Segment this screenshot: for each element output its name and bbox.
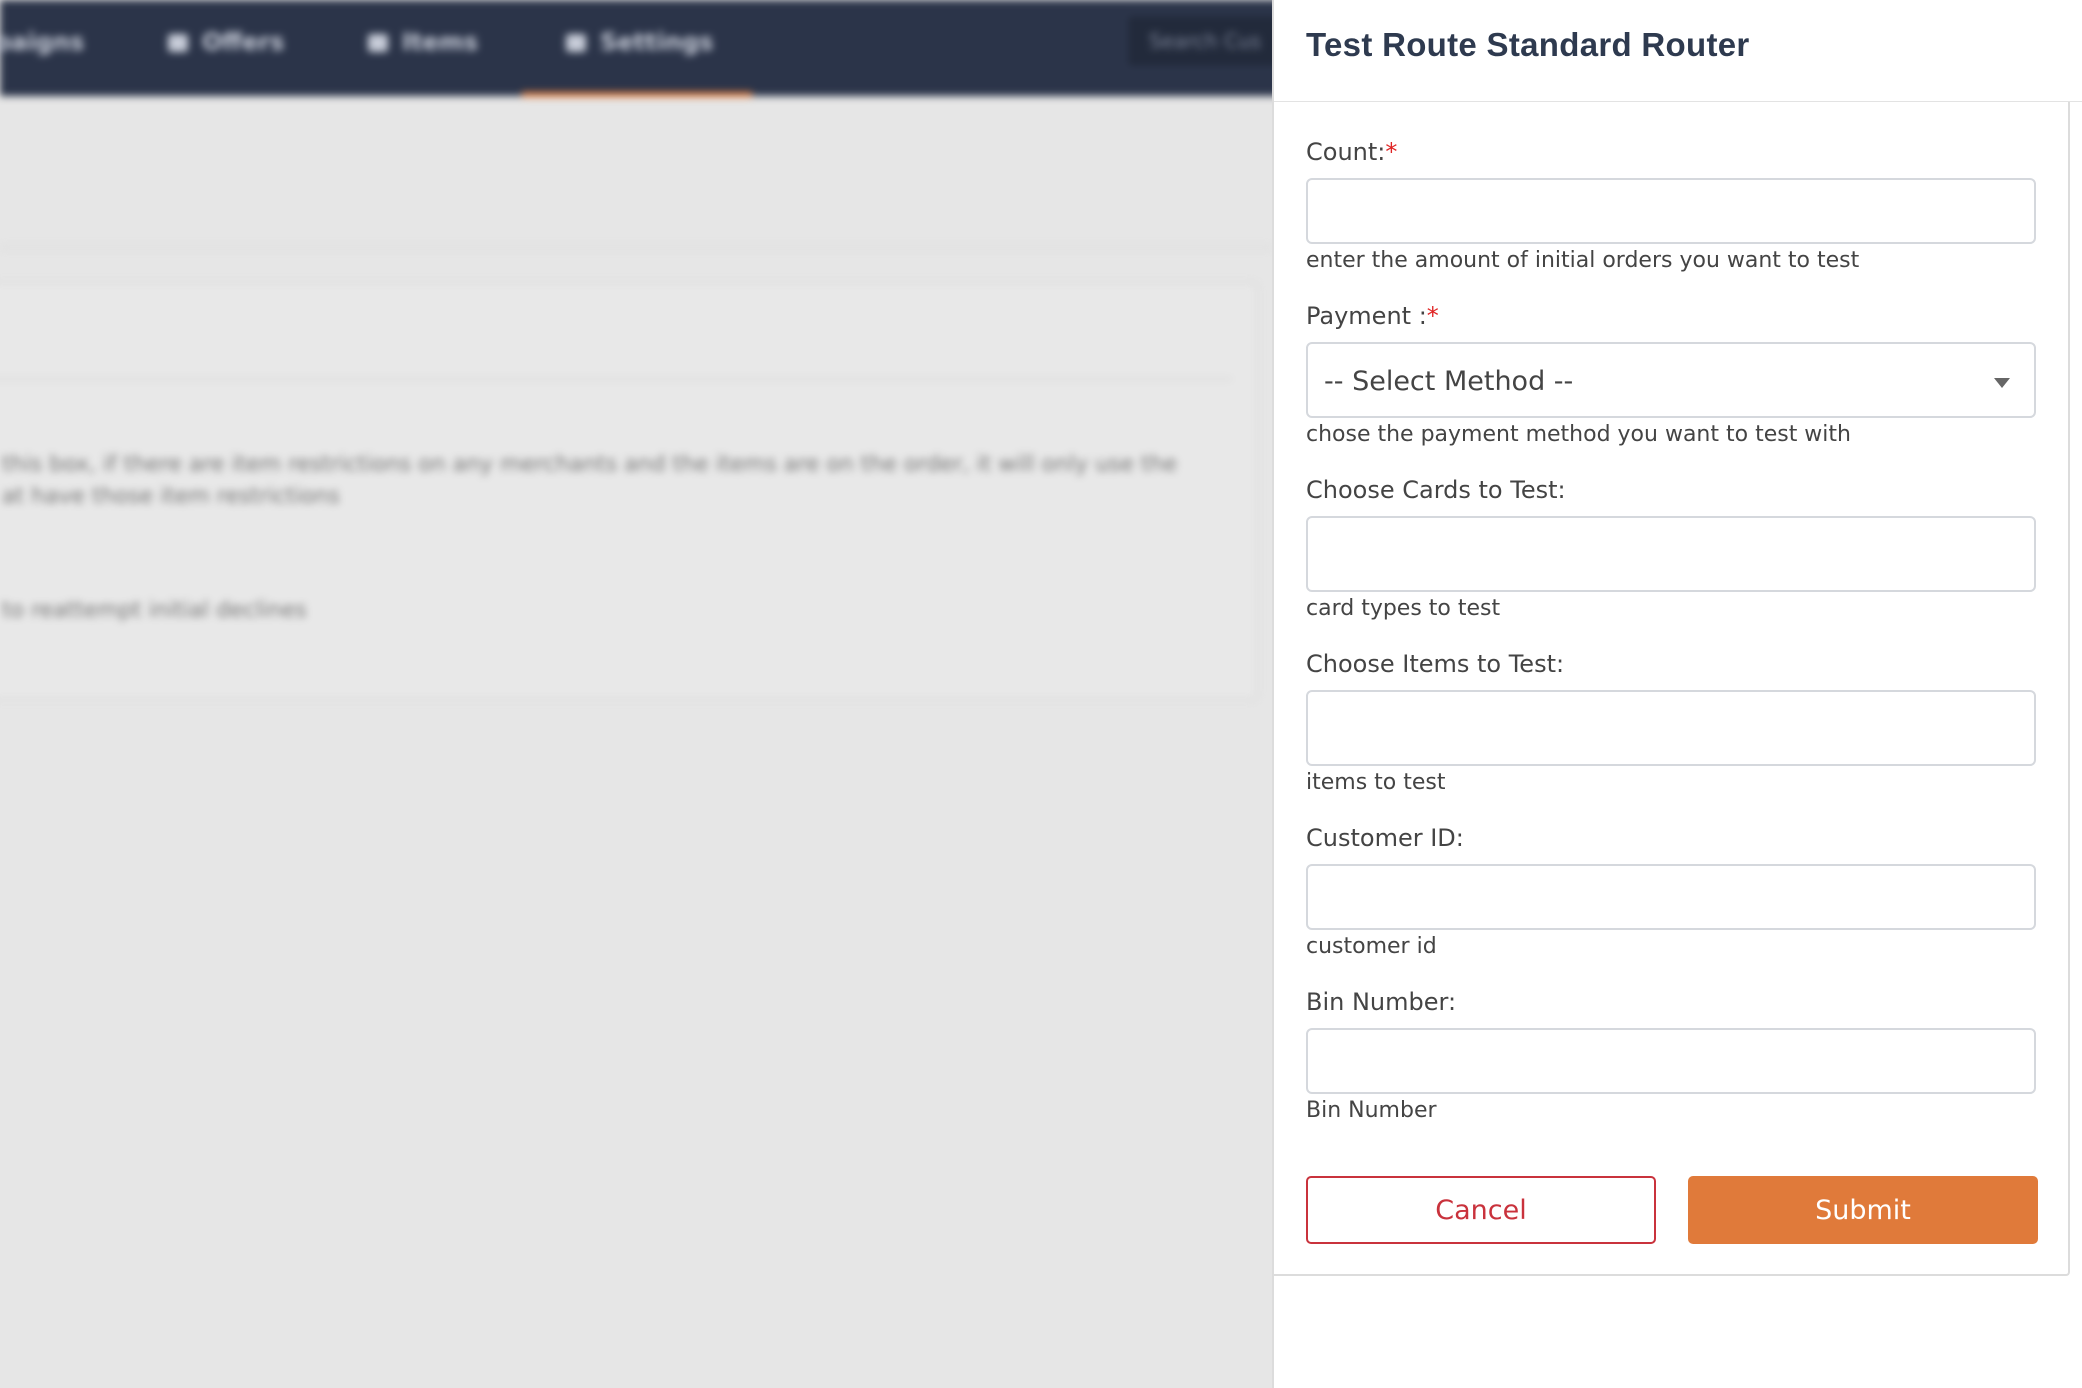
nav-item-campaigns[interactable]: paigns bbox=[0, 28, 84, 56]
panel-title: Test Route Standard Router bbox=[1306, 26, 1750, 63]
panel-form: Count:* enter the amount of initial orde… bbox=[1274, 102, 2070, 1276]
customer-id-label: Customer ID: bbox=[1306, 824, 1464, 852]
payment-label: Payment :* bbox=[1306, 302, 1439, 330]
nav-item-items[interactable]: Items bbox=[368, 28, 478, 56]
required-mark: * bbox=[1385, 138, 1398, 166]
items-input[interactable] bbox=[1306, 690, 2036, 766]
customer-id-help: customer id bbox=[1306, 934, 1437, 959]
items-label: Choose Items to Test: bbox=[1306, 650, 1565, 678]
payment-help: chose the payment method you want to tes… bbox=[1306, 422, 1851, 447]
items-icon bbox=[368, 34, 388, 52]
card-divider bbox=[0, 378, 1232, 380]
payment-method-select[interactable]: -- Select Method -- bbox=[1306, 342, 2036, 418]
nav-item-offers[interactable]: Offers bbox=[168, 28, 284, 56]
count-help: enter the amount of initial orders you w… bbox=[1306, 248, 1860, 273]
submit-button[interactable]: Submit bbox=[1688, 1176, 2038, 1244]
cancel-button[interactable]: Cancel bbox=[1306, 1176, 1656, 1244]
test-route-panel: Test Route Standard Router Count:* enter… bbox=[1272, 0, 2082, 1388]
cards-input[interactable] bbox=[1306, 516, 2036, 592]
nav-active-indicator bbox=[522, 92, 752, 97]
settings-icon bbox=[566, 34, 586, 52]
required-mark: * bbox=[1426, 302, 1439, 330]
count-label: Count:* bbox=[1306, 138, 1397, 166]
card-description: this box, if there are item restrictions… bbox=[2, 452, 1178, 477]
nav-item-label: Items bbox=[402, 28, 478, 56]
bin-number-label: Bin Number: bbox=[1306, 988, 1457, 1016]
cards-help: card types to test bbox=[1306, 596, 1501, 621]
settings-card: this box, if there are item restrictions… bbox=[0, 282, 1258, 700]
background-blur-layer: paigns Offers Items Settings Search Cus … bbox=[0, 0, 1272, 1388]
nav-item-label: Offers bbox=[202, 28, 285, 56]
panel-header: Test Route Standard Router bbox=[1274, 0, 2082, 102]
card-description: at have those item restrictions bbox=[2, 484, 340, 509]
customer-id-input[interactable] bbox=[1306, 864, 2036, 930]
count-input[interactable] bbox=[1306, 178, 2036, 244]
nav-item-label: Settings bbox=[600, 28, 714, 56]
bin-number-help: Bin Number bbox=[1306, 1098, 1437, 1123]
cards-label: Choose Cards to Test: bbox=[1306, 476, 1566, 504]
background-app: paigns Offers Items Settings Search Cus … bbox=[0, 0, 1272, 1388]
card-description: to reattempt initial declines bbox=[2, 598, 307, 623]
top-navigation: paigns Offers Items Settings Search Cus bbox=[0, 0, 1272, 97]
items-help: items to test bbox=[1306, 770, 1446, 795]
nav-item-settings[interactable]: Settings bbox=[566, 28, 713, 56]
nav-item-label: paigns bbox=[0, 28, 85, 56]
search-input[interactable]: Search Cus bbox=[1126, 14, 1272, 68]
sub-header-divider bbox=[0, 246, 1272, 249]
payment-label-text: Payment : bbox=[1306, 302, 1427, 330]
chevron-down-icon bbox=[1994, 378, 2010, 388]
bin-number-input[interactable] bbox=[1306, 1028, 2036, 1094]
count-label-text: Count: bbox=[1306, 138, 1386, 166]
offers-icon bbox=[168, 34, 188, 52]
payment-select-value: -- Select Method -- bbox=[1324, 366, 1574, 397]
